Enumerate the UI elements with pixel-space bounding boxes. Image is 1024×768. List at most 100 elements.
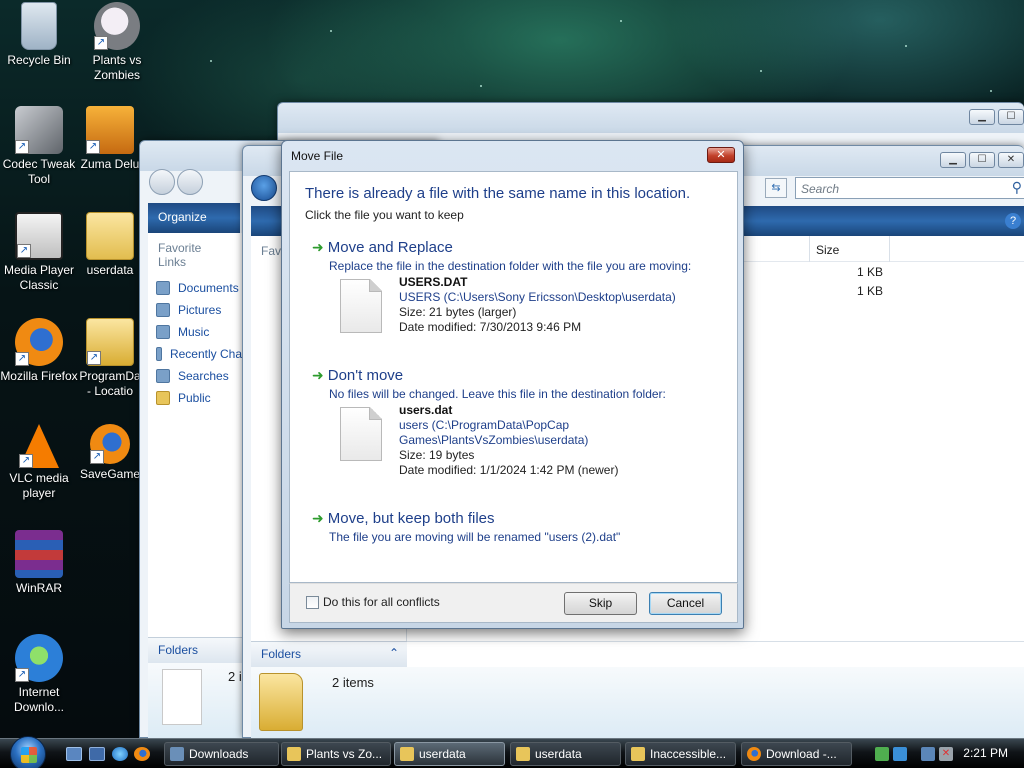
taskbar: Downloads Plants vs Zo... userdata userd… <box>0 736 1024 768</box>
desktop-icon-programdata-location[interactable]: ↗ ProgramDa - Locatio <box>78 318 142 399</box>
desktop-icon-label: Internet Downlo... <box>13 685 65 714</box>
option-dont-move[interactable]: ➜ Don't move No files will be changed. Le… <box>312 365 722 402</box>
shortcut-arrow-icon: ↗ <box>90 450 104 464</box>
desktop-icon-internet-download-manager[interactable]: ↗ Internet Downlo... <box>0 634 78 715</box>
shortcut-arrow-icon: ↗ <box>15 140 29 154</box>
desktop-icon-recycle-bin[interactable]: Recycle Bin <box>0 2 78 68</box>
mouse-cursor-icon <box>941 431 959 447</box>
cancel-button[interactable]: Cancel <box>649 592 722 615</box>
shortcut-arrow-icon: ↗ <box>15 352 29 366</box>
nav-link-searches[interactable]: Searches <box>148 365 242 387</box>
option-move-and-replace[interactable]: ➜ Move and Replace Replace the file in th… <box>312 237 722 274</box>
desktop-icon-plants-vs-zombies[interactable]: ↗ Plants vs Zombies <box>78 2 156 83</box>
network-icon[interactable] <box>875 747 889 761</box>
back-button[interactable] <box>149 169 175 195</box>
option-description: Replace the file in the destination fold… <box>329 259 692 273</box>
idm-tray-icon[interactable] <box>893 747 907 761</box>
desktop-icon-label: Recycle Bin <box>7 53 71 67</box>
codec-tweak-tool-icon: ↗ <box>15 106 63 154</box>
checkbox-box[interactable] <box>306 595 319 609</box>
organize-button[interactable]: Organize <box>158 210 207 224</box>
forward-button[interactable] <box>177 169 203 195</box>
taskbar-item-label: Download -... <box>766 747 837 761</box>
taskbar-item-label: Plants vs Zo... <box>306 747 383 761</box>
folders-pane-toggle[interactable]: Folders ⌃ <box>251 641 407 667</box>
destination-file-info[interactable]: users.dat users (C:\ProgramData\PopCap G… <box>340 403 689 478</box>
shortcut-arrow-icon: ↗ <box>86 140 100 154</box>
option-title: Move and Replace <box>327 238 453 256</box>
folder-icon <box>631 747 645 761</box>
apply-to-all-checkbox[interactable]: Do this for all conflicts <box>306 595 440 609</box>
chevron-up-icon: ⌃ <box>388 646 399 660</box>
skip-button[interactable]: Skip <box>564 592 637 615</box>
desktop-icon-codec-tweak-tool[interactable]: ↗ Codec Tweak Tool <box>0 106 78 187</box>
switch-windows-icon[interactable] <box>89 747 105 761</box>
move-file-dialog[interactable]: Move File ✕ There is already a file with… <box>281 140 744 629</box>
maximize-button[interactable]: ☐ <box>998 109 1024 125</box>
windows-logo-icon <box>21 747 37 763</box>
refresh-button[interactable]: ⇆ <box>765 178 787 198</box>
taskbar-item-inaccessible[interactable]: Inaccessible... <box>625 742 736 766</box>
display-icon[interactable] <box>921 747 935 761</box>
folder-icon <box>86 212 134 260</box>
desktop-icon-media-player-classic[interactable]: ↗ Media Player Classic <box>0 212 78 293</box>
close-icon[interactable]: ✕ <box>707 147 735 163</box>
source-file-info[interactable]: USERS.DAT USERS (C:\Users\Sony Ericsson\… <box>340 275 689 335</box>
downloads-folder-icon <box>170 747 184 761</box>
nav-link-public[interactable]: Public <box>148 387 242 409</box>
taskbar-item-userdata-2[interactable]: userdata <box>510 742 621 766</box>
favorite-links-header: Favorite Links <box>158 241 202 269</box>
winrar-icon <box>15 530 63 578</box>
taskbar-item-downloads[interactable]: Downloads <box>164 742 279 766</box>
firefox-icon: ↗ <box>15 318 63 366</box>
desktop-icon-mozilla-firefox[interactable]: ↗ Mozilla Firefox <box>0 318 78 384</box>
desktop-icon-vlc-media-player[interactable]: ↗ VLC media player <box>0 424 78 501</box>
conflict-heading: There is already a file with the same na… <box>305 185 691 202</box>
nav-link-label: Recently Cha <box>169 347 242 361</box>
desktop-icon-label: Zuma Delu <box>80 157 140 171</box>
minimize-button[interactable]: ▁ <box>969 109 995 125</box>
firefox-icon[interactable] <box>134 747 150 761</box>
volume-muted-icon[interactable]: ✕ <box>939 747 953 761</box>
nav-link-documents[interactable]: Documents <box>148 277 242 299</box>
nav-link-recently-changed[interactable]: Recently Cha <box>148 343 242 365</box>
internet-explorer-icon[interactable] <box>112 747 128 761</box>
close-button[interactable]: ✕ <box>998 152 1024 168</box>
taskbar-item-label: userdata <box>419 747 466 761</box>
nav-link-music[interactable]: Music <box>148 321 242 343</box>
desktop-icon-userdata[interactable]: userdata <box>78 212 142 278</box>
nav-link-label: Searches <box>178 369 229 383</box>
plants-vs-zombies-icon: ↗ <box>94 2 140 50</box>
folder-icon <box>400 747 414 761</box>
taskbar-item-userdata[interactable]: userdata <box>394 742 505 766</box>
desktop-icon-savegame[interactable]: ↗ SaveGame <box>78 424 142 482</box>
shortcut-arrow-icon: ↗ <box>94 36 108 50</box>
clock[interactable]: 2:21 PM <box>963 746 1008 760</box>
option-keep-both[interactable]: ➜ Move, but keep both files The file you … <box>312 508 722 545</box>
minimize-button[interactable]: ▁ <box>940 152 966 168</box>
maximize-button[interactable]: ☐ <box>969 152 995 168</box>
taskbar-item-firefox-download[interactable]: Download -... <box>741 742 852 766</box>
details-pane: 2 i <box>148 663 242 739</box>
option-description: The file you are moving will be renamed … <box>329 530 621 544</box>
taskbar-item-plants-vs-zombies[interactable]: Plants vs Zo... <box>281 742 391 766</box>
firefox-icon <box>747 747 761 761</box>
column-divider <box>889 236 890 262</box>
file-icon <box>340 407 382 461</box>
green-arrow-icon: ➜ <box>312 238 324 255</box>
start-button[interactable] <box>10 736 46 768</box>
item-count: 2 items <box>332 675 374 690</box>
desktop-icon-zuma-deluxe[interactable]: ↗ Zuma Delu <box>78 106 142 172</box>
nav-link-pictures[interactable]: Pictures <box>148 299 242 321</box>
folders-pane-toggle[interactable]: Folders <box>148 637 242 663</box>
file-size: Size: 19 bytes <box>399 448 475 462</box>
help-icon[interactable]: ? <box>1005 213 1021 229</box>
back-button[interactable] <box>251 175 277 201</box>
show-desktop-icon[interactable] <box>66 747 82 761</box>
desktop-icon-label: VLC media player <box>9 471 69 500</box>
file-name: users.dat <box>399 403 453 417</box>
file-size: Size: 21 bytes (larger) <box>399 305 517 319</box>
desktop-icon-winrar[interactable]: WinRAR <box>0 530 78 596</box>
column-header-size[interactable]: Size <box>816 243 839 257</box>
search-box[interactable]: Search ⚲ <box>795 177 1024 199</box>
